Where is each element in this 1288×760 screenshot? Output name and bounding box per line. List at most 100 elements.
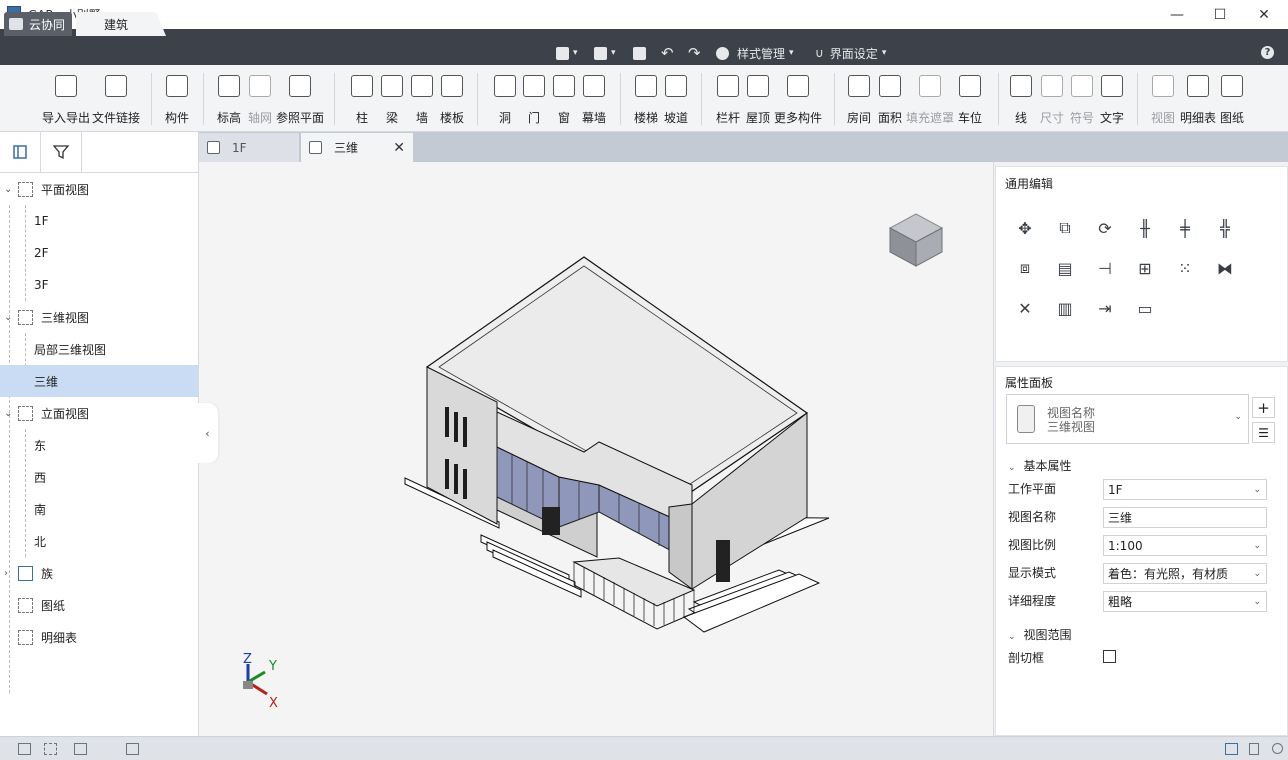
section-box-checkbox[interactable] — [1103, 650, 1116, 663]
type-settings-button[interactable]: ☰ — [1252, 422, 1275, 443]
chevron-down-icon[interactable]: ⌄ — [4, 312, 12, 323]
3d-viewport[interactable]: Z Y X — [199, 162, 993, 736]
tree-item-2f[interactable]: 2F — [0, 237, 198, 269]
save-button[interactable] — [633, 45, 646, 61]
opening-button[interactable]: 洞 — [494, 73, 516, 126]
ui-settings-menu[interactable]: ∪ 界面设定 ▾ — [815, 45, 886, 61]
area-button[interactable]: 面积 — [878, 73, 902, 126]
chevron-right-icon[interactable]: › — [4, 568, 8, 579]
view-settings-icon[interactable] — [1225, 743, 1238, 755]
delete-icon[interactable]: ✕ — [1014, 297, 1036, 319]
dimension-button[interactable]: 尺寸 — [1040, 73, 1064, 126]
array-copy-icon[interactable]: ⧈ — [1014, 257, 1036, 279]
sheet-button[interactable]: 图纸 — [1220, 73, 1244, 126]
beam-button[interactable]: 梁 — [381, 73, 403, 126]
tree-item-1f[interactable]: 1F — [0, 205, 198, 237]
curtain-wall-button[interactable]: 幕墙 — [582, 73, 606, 126]
split-gap-icon[interactable]: ╬ — [1214, 217, 1236, 239]
measure-icon[interactable]: ▭ — [1134, 297, 1156, 319]
tree-item-south[interactable]: 南 — [0, 493, 198, 525]
chevron-down-icon[interactable]: ⌄ — [4, 184, 12, 195]
view-button[interactable]: 视图 — [1151, 73, 1175, 126]
page-icon[interactable] — [1249, 743, 1259, 755]
stair-button[interactable]: 楼梯 — [634, 73, 658, 126]
floor-button[interactable]: 楼板 — [440, 73, 464, 126]
table-icon[interactable] — [126, 743, 139, 755]
help-icon[interactable]: ? — [1261, 46, 1274, 59]
tree-item-sheets[interactable]: 图纸 — [0, 589, 198, 621]
work-plane-select[interactable]: 1F ⌄ — [1103, 479, 1267, 500]
extend-icon[interactable]: ⊣ — [1094, 257, 1116, 279]
new-file-button[interactable]: ▾ — [556, 45, 578, 61]
grid-button[interactable]: 轴网 — [248, 73, 272, 126]
group-icon[interactable]: ▥ — [1054, 297, 1076, 319]
window-button[interactable]: 窗 — [553, 73, 575, 126]
open-file-button[interactable]: ▾ — [594, 45, 616, 61]
filter-button[interactable] — [41, 132, 82, 172]
tree-item-plan-views[interactable]: ⌄ 平面视图 — [0, 173, 198, 205]
tree-item-3f[interactable]: 3F — [0, 269, 198, 301]
type-selector[interactable]: 视图名称 三维视图 ⌄ — [1006, 394, 1249, 444]
text-button[interactable]: 文字 — [1100, 73, 1124, 126]
basic-props-header[interactable]: ⌄ 基本属性 — [1008, 457, 1072, 474]
ramp-button[interactable]: 坡道 — [664, 73, 688, 126]
tree-item-north[interactable]: 北 — [0, 525, 198, 557]
more-components-button[interactable]: 更多构件 — [774, 73, 822, 126]
room-button[interactable]: 房间 — [847, 73, 871, 126]
rotate-icon[interactable]: ⟳ — [1094, 217, 1116, 239]
view-name-input[interactable]: 三维 — [1103, 507, 1267, 528]
component-button[interactable]: 构件 — [165, 73, 189, 126]
tree-item-schedules[interactable]: 明细表 — [0, 621, 198, 653]
layout-split-icon[interactable] — [44, 743, 57, 755]
view-cube-icon[interactable] — [886, 210, 946, 270]
line-button[interactable]: 线 — [1010, 73, 1032, 126]
detail-level-select[interactable]: 粗略 ⌄ — [1103, 591, 1267, 612]
minimize-button[interactable]: — — [1154, 0, 1200, 29]
building-model[interactable] — [199, 162, 993, 736]
column-button[interactable]: 柱 — [351, 73, 373, 126]
file-link-button[interactable]: 文件链接 — [92, 73, 140, 126]
panel-toggle-button[interactable] — [0, 132, 41, 172]
align-icon[interactable]: ▤ — [1054, 257, 1076, 279]
view-range-header[interactable]: ⌄ 视图范围 — [1008, 626, 1072, 643]
zoom-icon[interactable] — [1272, 743, 1283, 754]
add-type-button[interactable]: + — [1252, 397, 1275, 418]
collapse-panel-button[interactable]: ‹ — [197, 403, 218, 463]
tab-cloud-collab[interactable]: 云协同 — [4, 12, 72, 36]
maximize-button[interactable]: ☐ — [1197, 0, 1243, 29]
doc-tab-1f[interactable]: 1F — [199, 133, 299, 162]
chevron-down-icon[interactable]: ⌄ — [4, 408, 12, 419]
schedule-button[interactable]: 明细表 — [1180, 73, 1216, 126]
copy-icon[interactable]: ⧉ — [1054, 217, 1076, 239]
close-tab-icon[interactable]: ✕ — [393, 140, 405, 156]
fill-mask-button[interactable]: 填充遮罩 — [906, 73, 954, 126]
import-export-button[interactable]: 导入导出 — [42, 73, 90, 126]
mirror-icon[interactable]: ⧓ — [1214, 257, 1236, 279]
array-icon[interactable]: ⁙ — [1174, 257, 1196, 279]
scale-select[interactable]: 1:100 ⌄ — [1103, 535, 1267, 556]
ref-plane-button[interactable]: 参照平面 — [276, 73, 324, 126]
tree-item-partial-3d[interactable]: 局部三维视图 — [0, 333, 198, 365]
wall-button[interactable]: 墙 — [411, 73, 433, 126]
display-mode-select[interactable]: 着色：有光照，有材质 ⌄ — [1103, 563, 1267, 584]
door-button[interactable]: 门 — [523, 73, 545, 126]
roof-button[interactable]: 屋顶 — [746, 73, 770, 126]
undo-button[interactable]: ↶ — [661, 44, 674, 62]
parking-button[interactable]: 车位 — [958, 73, 982, 126]
tree-item-elevations[interactable]: ⌄ 立面视图 — [0, 397, 198, 429]
layout-grid-icon[interactable] — [18, 743, 31, 755]
layout-tile-icon[interactable] — [74, 743, 87, 755]
close-button[interactable]: ✕ — [1241, 0, 1287, 29]
symbol-button[interactable]: 符号 — [1070, 73, 1094, 126]
attach-icon[interactable]: ⇥ — [1094, 297, 1116, 319]
move-icon[interactable]: ✥ — [1014, 217, 1036, 239]
doc-tab-3d[interactable]: 三维 ✕ — [301, 133, 413, 162]
tree-item-east[interactable]: 东 — [0, 429, 198, 461]
offset-icon[interactable]: ⊞ — [1134, 257, 1156, 279]
elevation-button[interactable]: 标高 — [217, 73, 241, 126]
redo-button[interactable]: ↷ — [688, 44, 701, 62]
railing-button[interactable]: 栏杆 — [716, 73, 740, 126]
tab-architecture[interactable]: 建筑 — [76, 12, 166, 36]
trim-icon[interactable]: ╫ — [1134, 217, 1156, 239]
tree-item-3d-views[interactable]: ⌄ 三维视图 — [0, 301, 198, 333]
